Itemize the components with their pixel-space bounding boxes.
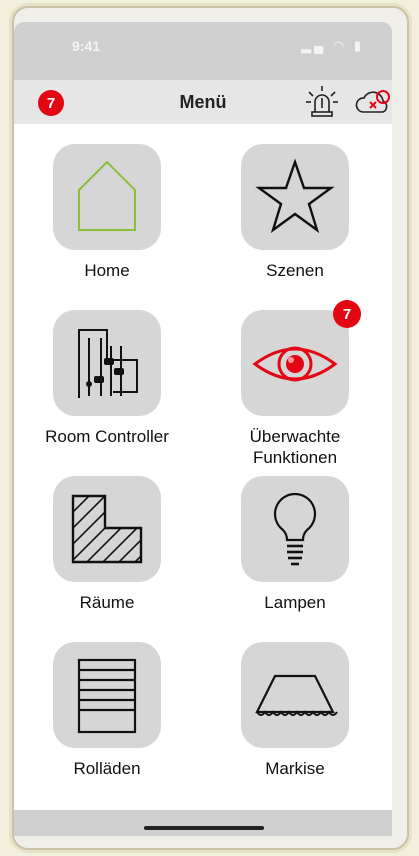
awning-icon (255, 674, 338, 716)
tile-lamps-box[interactable] (241, 476, 349, 582)
status-icons: ▂▄ ◠ ▮ (301, 38, 364, 53)
star-icon (255, 158, 335, 234)
tile-monitored-functions[interactable]: 7 Überwachte Funktionen (210, 300, 380, 468)
status-time: 9:41 (72, 38, 101, 54)
tile-szenen-box[interactable] (241, 144, 349, 250)
tile-shutters-label: Rolläden (73, 759, 141, 778)
tile-awning[interactable]: Markise (210, 642, 380, 779)
eye-icon (252, 346, 338, 382)
tile-room-controller[interactable]: Room Controller (22, 310, 192, 447)
home-indicator-bar (14, 810, 392, 836)
tile-shutters-box[interactable] (53, 642, 161, 748)
tile-rooms-box[interactable] (53, 476, 161, 582)
tile-shutters[interactable]: Rolläden (22, 642, 192, 779)
tile-home-box[interactable] (53, 144, 161, 250)
tile-rooms[interactable]: Räume (22, 476, 192, 613)
sliders-icon (78, 329, 138, 398)
menu-grid: Home Szenen Room Controller 7 Überwachte… (14, 124, 392, 810)
tile-monitored-functions-box[interactable]: 7 (241, 300, 361, 416)
tile-awning-box[interactable] (241, 642, 349, 748)
home-indicator[interactable] (144, 826, 264, 830)
tile-monitored-badge: 7 (333, 300, 361, 328)
tile-awning-label: Markise (265, 759, 325, 778)
tile-szenen[interactable]: Szenen (210, 144, 380, 281)
cloud-status-icon[interactable] (354, 84, 392, 120)
shutter-icon (77, 658, 137, 734)
tile-lamps-label: Lampen (264, 593, 326, 612)
tile-room-controller-label: Room Controller (45, 427, 169, 446)
room-icon (71, 494, 143, 564)
tile-home-label: Home (84, 261, 130, 280)
tile-szenen-label: Szenen (266, 261, 324, 280)
tile-room-controller-box[interactable] (53, 310, 161, 416)
alarm-light-icon[interactable] (304, 84, 340, 120)
status-bar: 9:41 ▂▄ ◠ ▮ (14, 22, 392, 80)
house-icon (78, 160, 136, 231)
tile-lamps[interactable]: Lampen (210, 476, 380, 613)
tile-home[interactable]: Home (22, 144, 192, 281)
bulb-icon (273, 492, 317, 566)
nav-bar: 7 Menü (14, 80, 392, 124)
tile-monitored-functions-label: Überwachte Funktionen (249, 427, 341, 467)
tile-rooms-label: Räume (79, 593, 135, 612)
